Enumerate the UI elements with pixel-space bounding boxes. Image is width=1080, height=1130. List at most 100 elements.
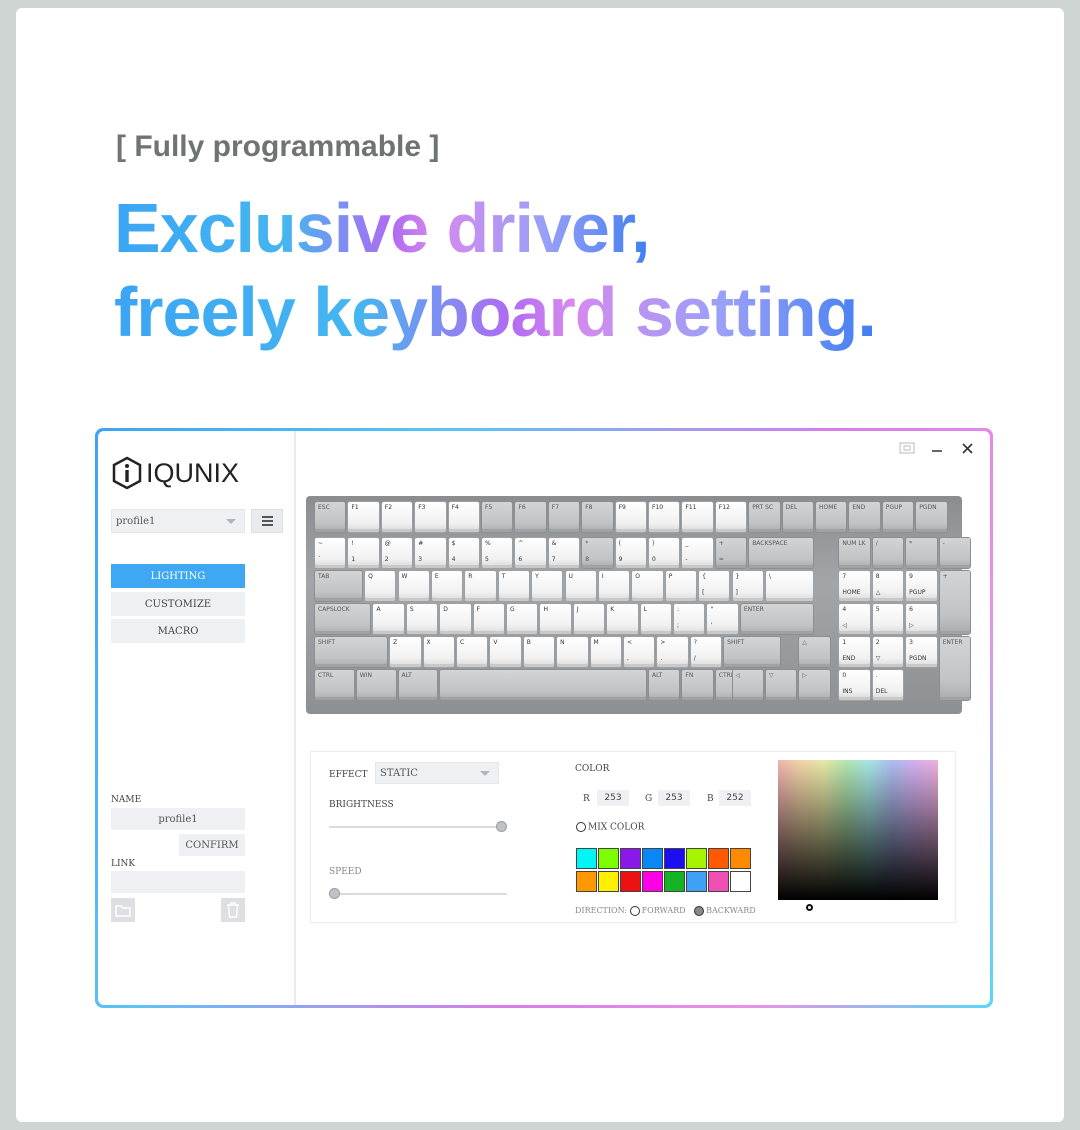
keyboard-key[interactable]: L xyxy=(640,604,672,634)
close-icon[interactable] xyxy=(958,439,976,457)
keyboard-key[interactable]: T xyxy=(498,571,530,601)
color-swatch[interactable] xyxy=(620,871,641,892)
color-swatch[interactable] xyxy=(642,871,663,892)
brightness-slider-handle[interactable] xyxy=(496,821,507,832)
keyboard-key[interactable]: SHIFT xyxy=(315,637,388,667)
keyboard-key[interactable]: F10 xyxy=(649,502,680,532)
keyboard-key[interactable]: 7 HOME xyxy=(839,571,870,601)
nav-macro[interactable]: MACRO xyxy=(111,619,245,643)
keyboard-key[interactable]: S xyxy=(406,604,438,634)
color-swatch[interactable] xyxy=(642,848,663,869)
keyboard-key[interactable]: - xyxy=(939,538,970,568)
keyboard-key[interactable]: 1 END xyxy=(839,637,870,667)
color-picker-cursor[interactable] xyxy=(806,904,813,911)
speed-slider[interactable] xyxy=(329,888,507,899)
keyboard-key[interactable]: F9 xyxy=(615,502,646,532)
folder-icon[interactable] xyxy=(111,898,135,922)
backward-radio[interactable] xyxy=(694,906,705,916)
confirm-button[interactable]: CONFIRM xyxy=(179,834,245,856)
color-picker[interactable] xyxy=(778,760,938,900)
keyboard-key[interactable]: F12 xyxy=(715,502,747,532)
keyboard-key[interactable]: P xyxy=(665,571,697,601)
keyboard-key[interactable]: A xyxy=(373,604,404,634)
keyboard-key[interactable]: <, xyxy=(623,637,655,667)
keyboard-key[interactable]: Q xyxy=(365,571,396,601)
forward-option[interactable]: FORWARD xyxy=(629,906,686,916)
keyboard-key[interactable]: DEL xyxy=(782,502,813,532)
color-swatch[interactable] xyxy=(576,848,597,869)
color-swatch[interactable] xyxy=(620,848,641,869)
keyboard-key[interactable]: _ - xyxy=(682,538,713,568)
keyboard-key[interactable]: ESC xyxy=(315,502,346,532)
keyboard-key[interactable]: CTRL xyxy=(315,670,354,700)
keyboard-key[interactable]: F xyxy=(473,604,505,634)
keyboard-key[interactable]: △ xyxy=(799,637,830,667)
keyboard-key[interactable]: H xyxy=(540,604,571,634)
keyboard-key[interactable]: SHIFT xyxy=(724,637,780,667)
mix-color-radio[interactable] xyxy=(576,822,586,832)
keyboard-key[interactable]: * 8 xyxy=(582,538,613,568)
keyboard-key[interactable]: I xyxy=(598,571,630,601)
keyboard-key[interactable]: F3 xyxy=(415,502,446,532)
color-swatch[interactable] xyxy=(686,871,707,892)
keyboard-key[interactable]: J xyxy=(573,604,605,634)
nav-lighting[interactable]: LIGHTING xyxy=(111,564,245,588)
keyboard-key[interactable]: E xyxy=(431,571,463,601)
trash-icon[interactable] xyxy=(221,898,245,922)
keyboard-key[interactable]: G xyxy=(507,604,538,634)
keyboard-key[interactable]: ALT xyxy=(649,670,680,700)
speed-slider-handle[interactable] xyxy=(329,888,340,899)
link-input[interactable] xyxy=(111,871,245,893)
keyboard-key[interactable]: F5 xyxy=(482,502,513,532)
keyboard-key[interactable]: & 7 xyxy=(548,538,580,568)
r-input[interactable]: 253 xyxy=(597,790,629,806)
keyboard-key[interactable]: V xyxy=(490,637,521,667)
keyboard-key[interactable]: ENTER xyxy=(740,604,813,634)
keyboard-key[interactable]: PGUP xyxy=(882,502,914,532)
color-swatch[interactable] xyxy=(686,848,707,869)
keyboard-key[interactable]: 5 xyxy=(872,604,904,634)
keyboard-key[interactable]: PGDN xyxy=(916,502,947,532)
keyboard-key[interactable]: \ xyxy=(765,571,813,601)
color-swatch[interactable] xyxy=(708,848,729,869)
color-swatch[interactable] xyxy=(664,871,685,892)
keyboard-key[interactable]: ^ 6 xyxy=(515,538,546,568)
keyboard-key[interactable]: ~ ` xyxy=(315,538,346,568)
keyboard-key[interactable]: F6 xyxy=(515,502,546,532)
keyboard-key[interactable]: N xyxy=(557,637,588,667)
keyboard-key[interactable]: M xyxy=(590,637,621,667)
keyboard-key[interactable]: ALT xyxy=(398,670,438,700)
keyboard-key[interactable]: #3 xyxy=(415,538,446,568)
keyboard-key[interactable]: O xyxy=(632,571,663,601)
profile-select[interactable]: profile1 xyxy=(111,509,245,533)
keyboard-key[interactable]: F2 xyxy=(381,502,413,532)
keyboard-key[interactable]: + = xyxy=(715,538,747,568)
keyboard-key[interactable]: WIN xyxy=(356,670,396,700)
keyboard-key[interactable]: C xyxy=(456,637,488,667)
keyboard-key[interactable]: TAB xyxy=(315,571,363,601)
keyboard-key[interactable]: (9 xyxy=(615,538,646,568)
keyboard-key[interactable]: F1 xyxy=(348,502,379,532)
keyboard-key[interactable]: $4 xyxy=(448,538,479,568)
brightness-slider[interactable] xyxy=(329,821,507,832)
keyboard-key[interactable]: Y xyxy=(532,571,563,601)
restore-icon[interactable] xyxy=(898,439,916,457)
keyboard-key[interactable]: X xyxy=(423,637,454,667)
keyboard-key[interactable]: 6 ▷ xyxy=(906,604,937,634)
keyboard-key[interactable]: F8 xyxy=(582,502,613,532)
keyboard-key[interactable]: END xyxy=(849,502,880,532)
keyboard-key[interactable]: ◁ xyxy=(732,670,763,700)
backward-option[interactable]: BACKWARD xyxy=(694,906,756,916)
keyboard-key[interactable]: ) 0 xyxy=(649,538,680,568)
keyboard-key[interactable]: 0 INS xyxy=(839,670,870,700)
minimize-icon[interactable] xyxy=(928,439,946,457)
menu-button[interactable] xyxy=(251,509,283,533)
color-swatch[interactable] xyxy=(576,871,597,892)
keyboard-key[interactable]: F4 xyxy=(448,502,479,532)
keyboard-key[interactable]: U xyxy=(565,571,596,601)
keyboard-key[interactable] xyxy=(440,670,646,700)
keyboard-key[interactable]: ! 1 xyxy=(348,538,379,568)
color-swatch[interactable] xyxy=(664,848,685,869)
keyboard-key[interactable]: PRT SC xyxy=(749,502,780,532)
profile-name-input[interactable]: profile1 xyxy=(111,808,245,830)
